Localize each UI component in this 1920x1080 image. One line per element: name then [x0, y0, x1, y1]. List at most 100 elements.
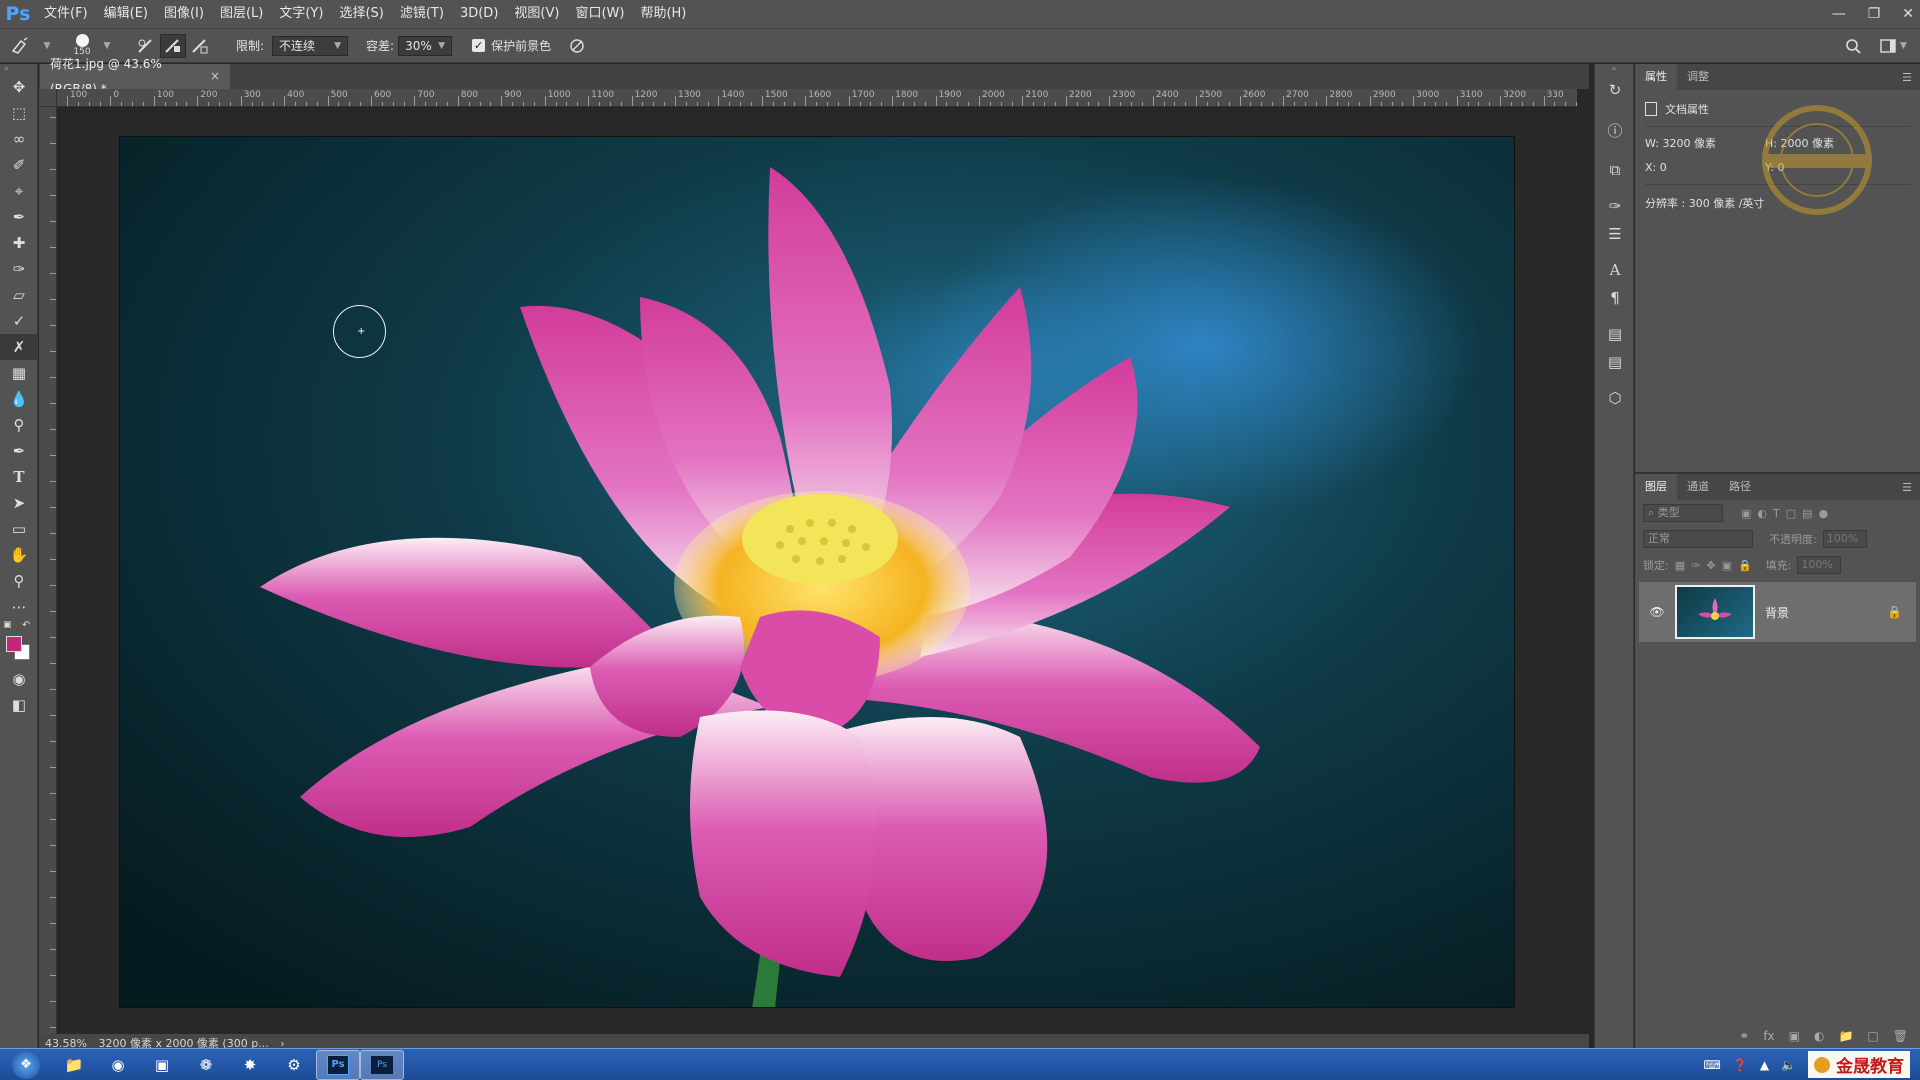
- character-panel-icon[interactable]: A: [1595, 256, 1635, 284]
- brush-settings-icon[interactable]: ☰: [1595, 220, 1635, 248]
- quick-select-tool-icon[interactable]: ✐: [0, 152, 38, 178]
- type-tool-icon[interactable]: T: [0, 464, 38, 490]
- history-panel-icon[interactable]: ↻: [1595, 76, 1635, 104]
- fx-icon[interactable]: fx: [1763, 1029, 1774, 1043]
- restore-icon[interactable]: ❐: [1868, 6, 1881, 22]
- ruler-origin[interactable]: [39, 89, 57, 107]
- layer-filter-select[interactable]: ⌕ 类型: [1643, 504, 1723, 522]
- background-eraser-tool-icon[interactable]: [0, 36, 40, 55]
- healing-brush-tool-icon[interactable]: ✚: [0, 230, 38, 256]
- document-tab[interactable]: 荷花1.jpg @ 43.6%(RGB/8) * ×: [40, 57, 230, 96]
- x-field[interactable]: X: 0: [1645, 161, 1765, 174]
- link-layers-icon[interactable]: ⚭: [1739, 1029, 1749, 1043]
- workspace-icon[interactable]: [1878, 38, 1898, 53]
- panel-menu-icon[interactable]: ☰: [1902, 481, 1920, 494]
- file-explorer-icon[interactable]: 📁: [52, 1050, 96, 1080]
- hand-tool-icon[interactable]: ✋: [0, 542, 38, 568]
- keyboard-icon[interactable]: ⌨: [1704, 1058, 1721, 1072]
- chevron-down-icon[interactable]: ▼: [100, 41, 114, 51]
- lock-all-icon[interactable]: 🔒: [1738, 559, 1752, 572]
- screen-mode-icon[interactable]: ◧: [0, 692, 38, 718]
- opacity-input[interactable]: 100%: [1822, 530, 1867, 548]
- menu-type[interactable]: 文字(Y): [271, 0, 331, 28]
- menu-window[interactable]: 窗口(W): [567, 0, 632, 28]
- menu-view[interactable]: 视图(V): [506, 0, 567, 28]
- quick-mask-icon[interactable]: ◉: [0, 666, 38, 692]
- tab-layers[interactable]: 图层: [1635, 474, 1677, 500]
- foreground-color-swatch-front[interactable]: [6, 636, 22, 652]
- notes-panel-icon[interactable]: ▤: [1595, 348, 1635, 376]
- crop-tool-icon[interactable]: ⌖: [0, 178, 38, 204]
- filter-adjustment-icon[interactable]: ◐: [1757, 507, 1767, 520]
- move-tool-icon[interactable]: ✥: [0, 74, 38, 100]
- brush-panel-icon[interactable]: ✑: [1595, 192, 1635, 220]
- tab-paths[interactable]: 路径: [1719, 474, 1761, 500]
- adjustment-layer-icon[interactable]: ◐: [1814, 1029, 1824, 1043]
- blur-tool-icon[interactable]: 💧: [0, 386, 38, 412]
- eyedropper-tool-icon[interactable]: ✒: [0, 204, 38, 230]
- layer-comps-icon[interactable]: ▤: [1595, 320, 1635, 348]
- marquee-tool-icon[interactable]: ⬚: [0, 100, 38, 126]
- lock-position-icon[interactable]: ✥: [1706, 559, 1715, 572]
- history-brush-tool-icon[interactable]: ✓: [0, 308, 38, 334]
- photoshop-window-icon[interactable]: Ps: [360, 1049, 404, 1080]
- filter-shape-icon[interactable]: □: [1786, 507, 1796, 520]
- menu-file[interactable]: 文件(F): [36, 0, 96, 28]
- app-icon-2[interactable]: ❁: [184, 1050, 228, 1080]
- menu-layer[interactable]: 图层(L): [212, 0, 271, 28]
- brush-tool-icon[interactable]: ✑: [0, 256, 38, 282]
- swap-colors-icon[interactable]: ↶: [22, 620, 30, 631]
- filter-type-icon[interactable]: T: [1773, 507, 1780, 520]
- collapse-arrows-icon[interactable]: »: [0, 64, 37, 74]
- lock-image-icon[interactable]: ✑: [1691, 559, 1700, 572]
- path-select-tool-icon[interactable]: ➤: [0, 490, 38, 516]
- zoom-tool-icon[interactable]: ⚲: [0, 568, 38, 594]
- more-tools-icon[interactable]: ⋯: [0, 594, 38, 620]
- 3d-panel-icon[interactable]: ⬡: [1595, 384, 1635, 412]
- network-icon[interactable]: ▲: [1760, 1058, 1769, 1072]
- filter-smart-object-icon[interactable]: ▤: [1802, 507, 1812, 520]
- menu-image[interactable]: 图像(I): [156, 0, 212, 28]
- menu-filter[interactable]: 滤镜(T): [392, 0, 452, 28]
- menu-select[interactable]: 选择(S): [331, 0, 391, 28]
- lock-transparent-icon[interactable]: ▦: [1675, 559, 1685, 572]
- dodge-tool-icon[interactable]: ⚲: [0, 412, 38, 438]
- filter-pixel-icon[interactable]: ▣: [1741, 507, 1751, 520]
- menu-3d[interactable]: 3D(D): [452, 0, 506, 28]
- app-icon-3[interactable]: ✸: [228, 1050, 272, 1080]
- clone-source-panel-icon[interactable]: ⧉: [1595, 156, 1635, 184]
- layer-row[interactable]: 👁 背景 🔒: [1639, 582, 1916, 642]
- limit-select[interactable]: 不连续 ▼: [272, 35, 349, 56]
- new-group-icon[interactable]: 📁: [1838, 1029, 1853, 1043]
- tab-properties[interactable]: 属性: [1635, 64, 1677, 90]
- paragraph-panel-icon[interactable]: ¶: [1595, 284, 1635, 312]
- menu-help[interactable]: 帮助(H): [632, 0, 694, 28]
- chevron-down-icon[interactable]: ▼: [40, 41, 54, 51]
- photoshop-taskbar-icon[interactable]: Ps: [316, 1049, 360, 1080]
- app-icon[interactable]: ▣: [140, 1050, 184, 1080]
- start-button-icon[interactable]: ❖: [0, 1050, 52, 1080]
- eye-icon[interactable]: 👁: [1649, 605, 1665, 619]
- clone-stamp-tool-icon[interactable]: ▱: [0, 282, 38, 308]
- chevron-down-icon[interactable]: ▼: [1900, 41, 1907, 51]
- close-icon[interactable]: ✕: [1902, 6, 1914, 22]
- document-image[interactable]: +: [119, 136, 1515, 1008]
- pen-tool-icon[interactable]: ✒: [0, 438, 38, 464]
- search-icon[interactable]: [1843, 38, 1863, 54]
- volume-icon[interactable]: 🔈: [1781, 1058, 1796, 1072]
- default-colors-icon[interactable]: ▣: [3, 620, 12, 630]
- blend-mode-select[interactable]: 正常: [1643, 530, 1753, 548]
- gradient-tool-icon[interactable]: ▦: [0, 360, 38, 386]
- background-eraser-tool-icon[interactable]: ✗: [0, 334, 38, 360]
- layer-name[interactable]: 背景: [1765, 604, 1877, 621]
- new-layer-icon[interactable]: □: [1867, 1029, 1878, 1043]
- browser-icon[interactable]: ◉: [96, 1050, 140, 1080]
- tab-adjustments[interactable]: 调整: [1677, 64, 1719, 90]
- filter-toggle-icon[interactable]: ●: [1819, 507, 1829, 520]
- add-mask-icon[interactable]: ▣: [1789, 1029, 1800, 1043]
- app-icon-4[interactable]: ⚙: [272, 1050, 316, 1080]
- lasso-tool-icon[interactable]: ∞: [0, 126, 38, 152]
- panel-menu-icon[interactable]: ☰: [1902, 71, 1920, 84]
- rectangle-tool-icon[interactable]: ▭: [0, 516, 38, 542]
- tab-channels[interactable]: 通道: [1677, 474, 1719, 500]
